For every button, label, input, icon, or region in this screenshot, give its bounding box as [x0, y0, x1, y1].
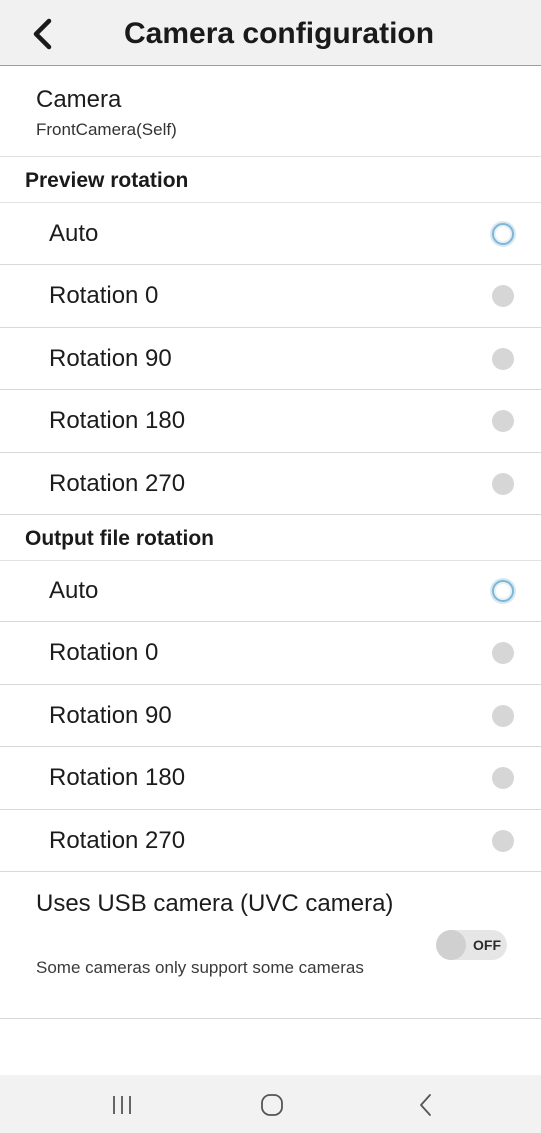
radio-button[interactable] [492, 285, 514, 308]
radio-button[interactable] [492, 642, 514, 665]
home-button[interactable] [242, 1085, 302, 1125]
radio-button-selected[interactable] [492, 223, 514, 245]
output-rotation-option-auto[interactable]: Auto [0, 560, 541, 623]
nav-back-button[interactable] [396, 1085, 456, 1125]
recents-button[interactable] [92, 1085, 152, 1125]
option-label: Rotation 0 [49, 639, 159, 667]
back-icon [420, 1094, 431, 1116]
toggle-knob [436, 930, 466, 960]
output-rotation-header: Output file rotation [0, 515, 541, 561]
back-button[interactable] [18, 10, 66, 58]
preview-rotation-option-0[interactable]: Rotation 0 [0, 265, 541, 328]
option-label: Rotation 180 [49, 764, 186, 792]
preview-rotation-options: Auto Rotation 0 Rotation 90 Rotation 180… [0, 203, 541, 515]
toggle-state-label: OFF [473, 937, 501, 953]
camera-setting-title: Camera [36, 86, 122, 113]
camera-setting-value: FrontCamera(Self) [36, 120, 177, 139]
option-label: Auto [49, 220, 99, 247]
preview-rotation-header: Preview rotation [0, 157, 541, 203]
radio-button[interactable] [492, 410, 514, 433]
option-label: Rotation 270 [49, 469, 186, 497]
system-nav-bar [0, 1075, 541, 1133]
preview-rotation-option-270[interactable]: Rotation 270 [0, 453, 541, 515]
camera-setting[interactable]: Camera FrontCamera(Self) [0, 66, 541, 157]
option-label: Auto [49, 577, 99, 604]
usb-camera-title: Uses USB camera (UVC camera) [36, 890, 394, 917]
usb-camera-toggle[interactable]: OFF [436, 930, 507, 960]
output-rotation-option-270[interactable]: Rotation 270 [0, 810, 541, 872]
page-title: Camera configuration [124, 17, 435, 50]
preview-rotation-option-auto[interactable]: Auto [0, 203, 541, 266]
radio-button[interactable] [492, 829, 514, 852]
radio-button[interactable] [492, 472, 514, 495]
radio-button-selected[interactable] [492, 580, 514, 602]
option-label: Rotation 90 [49, 701, 172, 729]
recents-icon [113, 1096, 131, 1114]
option-label: Rotation 180 [49, 407, 186, 435]
option-label: Rotation 0 [49, 282, 159, 310]
output-rotation-options: Auto Rotation 0 Rotation 90 Rotation 180… [0, 560, 541, 872]
usb-camera-description: Some cameras only support some cameras [36, 958, 364, 977]
radio-button[interactable] [492, 347, 514, 370]
output-rotation-header-label: Output file rotation [25, 527, 214, 550]
output-rotation-option-90[interactable]: Rotation 90 [0, 685, 541, 748]
home-icon [261, 1094, 283, 1116]
output-rotation-option-180[interactable]: Rotation 180 [0, 747, 541, 810]
app-bar: Camera configuration [0, 0, 541, 66]
preview-rotation-option-90[interactable]: Rotation 90 [0, 328, 541, 391]
radio-button[interactable] [492, 704, 514, 727]
preview-rotation-header-label: Preview rotation [25, 169, 189, 192]
radio-button[interactable] [492, 767, 514, 790]
chevron-left-icon [33, 18, 52, 50]
preview-rotation-option-180[interactable]: Rotation 180 [0, 390, 541, 453]
option-label: Rotation 90 [49, 344, 172, 372]
output-rotation-option-0[interactable]: Rotation 0 [0, 622, 541, 685]
option-label: Rotation 270 [49, 826, 186, 854]
